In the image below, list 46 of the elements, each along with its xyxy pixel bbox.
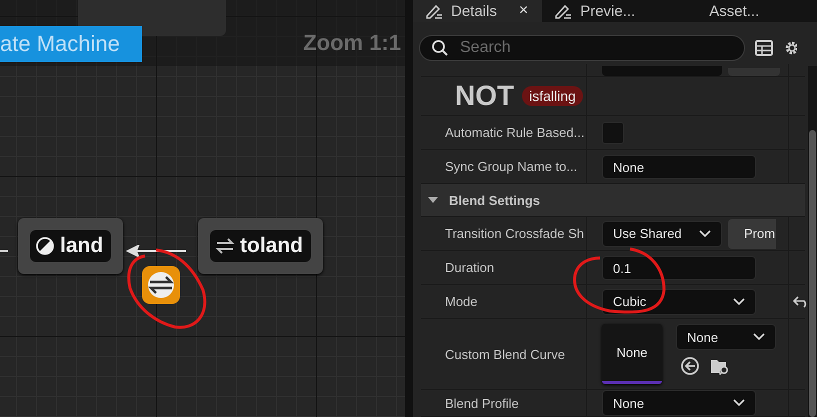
state-icon — [35, 236, 55, 256]
node-label: toland — [240, 234, 303, 258]
zoom-label: Zoom 1:1 — [303, 30, 401, 56]
reset-arrow-icon[interactable] — [793, 296, 809, 308]
dropdown[interactable]: Cubic — [602, 288, 756, 314]
search-field[interactable]: Search — [419, 35, 745, 61]
property-label: Transition Crossfade Sh — [445, 226, 584, 241]
property-label: Sync Group Name to... — [445, 159, 578, 174]
graph-title: ate Machine — [0, 26, 142, 62]
variable-pin: isfalling — [522, 86, 583, 106]
panel-tab[interactable]: Asset... — [697, 0, 774, 22]
chevron-icon — [733, 399, 745, 407]
expand-arrow-icon[interactable] — [427, 195, 439, 205]
dropdown[interactable]: None — [676, 324, 776, 350]
property-label: Automatic Rule Based... — [445, 125, 584, 140]
search-icon — [431, 39, 449, 57]
chevron-icon — [733, 298, 745, 306]
settings-icon[interactable] — [783, 39, 797, 57]
promote-button[interactable]: Prom — [728, 218, 776, 248]
pencil-icon — [554, 3, 572, 19]
operator-label: NOT — [455, 80, 514, 112]
checkbox[interactable] — [602, 122, 624, 144]
property-label: Blend Profile — [445, 396, 519, 410]
scrollbar-thumb[interactable] — [809, 130, 816, 417]
dropdown[interactable]: None — [602, 390, 756, 416]
property-label: Mode — [445, 294, 478, 309]
transition-arrow — [126, 245, 188, 257]
use-selected-icon[interactable] — [680, 356, 700, 376]
chevron-icon — [699, 230, 711, 238]
panel-tab[interactable]: Details × — [413, 0, 542, 22]
property-label: Custom Blend Curve — [445, 346, 565, 362]
panel-tab[interactable]: Previe... — [542, 0, 650, 22]
input-field[interactable]: None — [602, 154, 756, 178]
chevron-icon — [753, 333, 765, 341]
section-header[interactable]: Blend Settings — [421, 184, 805, 217]
state-node[interactable]: toland — [198, 218, 323, 274]
swap-arrows-icon — [215, 236, 235, 256]
state-node[interactable]: land — [18, 218, 124, 274]
pencil-icon — [425, 3, 443, 19]
property-label: Duration — [445, 260, 494, 275]
dropdown[interactable]: Use Shared — [602, 220, 722, 246]
asset-thumbnail[interactable]: None — [602, 324, 662, 384]
input-field[interactable]: 0.1 — [602, 256, 756, 280]
node-label: land — [60, 234, 104, 258]
table-icon[interactable] — [755, 40, 773, 56]
close-button[interactable]: × — [518, 2, 528, 20]
